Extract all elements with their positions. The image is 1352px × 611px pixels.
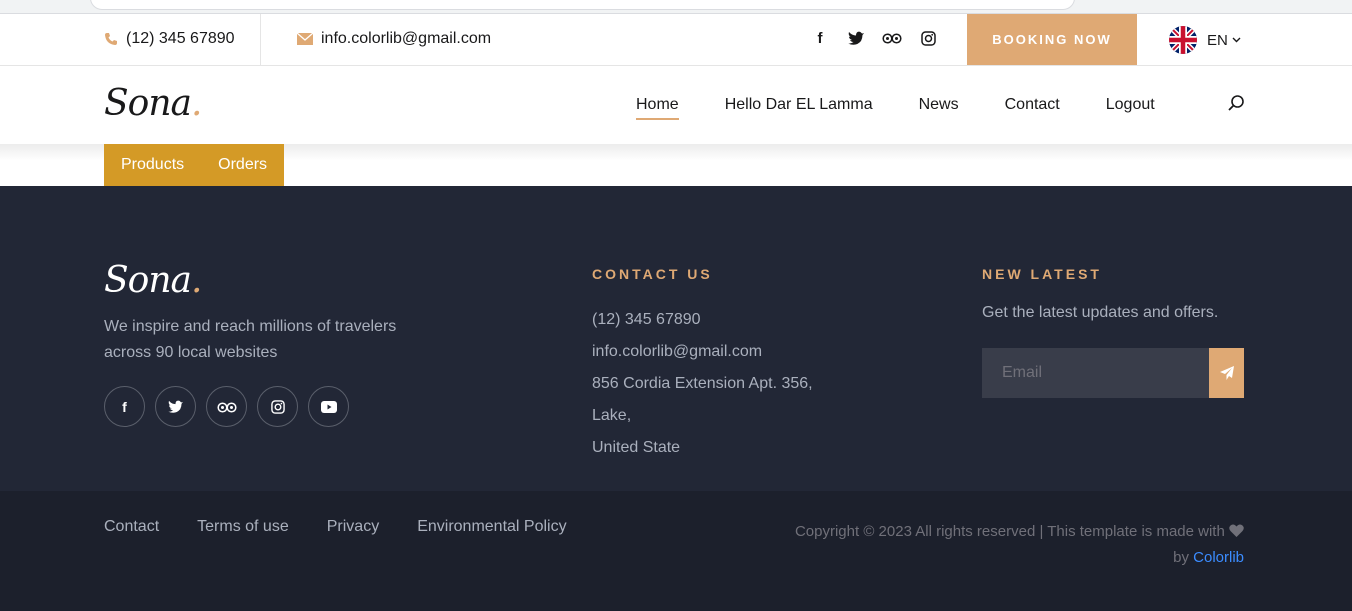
nav-news[interactable]: News bbox=[919, 96, 959, 120]
contact-phone: (12) 345 67890 bbox=[592, 311, 701, 328]
nav-hello-user[interactable]: Hello Dar EL Lamma bbox=[725, 96, 873, 120]
footer-links: Contact Terms of use Privacy Environment… bbox=[104, 518, 567, 536]
phone-icon bbox=[105, 33, 117, 45]
nav-contact[interactable]: Contact bbox=[1005, 96, 1060, 120]
booking-now-button[interactable]: BOOKING NOW bbox=[967, 14, 1137, 65]
top-email-text: info.colorlib@gmail.com bbox=[321, 30, 492, 47]
envelope-icon bbox=[297, 33, 313, 45]
footer-logo[interactable]: Sona. bbox=[104, 260, 202, 301]
tab-products[interactable]: Products bbox=[104, 144, 201, 186]
newsletter-text: Get the latest updates and offers. bbox=[982, 304, 1219, 321]
footer: Sona. We inspire and reach millions of t… bbox=[0, 186, 1352, 611]
footer-link-environmental-policy[interactable]: Environmental Policy bbox=[417, 518, 566, 536]
instagram-icon[interactable] bbox=[918, 28, 938, 48]
site-logo[interactable]: Sona. bbox=[104, 83, 202, 124]
browser-toolbar bbox=[0, 0, 1352, 14]
main-header: Sona. Home Hello Dar EL Lamma News Conta… bbox=[0, 66, 1352, 144]
colorlib-link[interactable]: Colorlib bbox=[1193, 549, 1244, 566]
language-label: EN bbox=[1207, 31, 1228, 49]
top-phone-text: (12) 345 67890 bbox=[126, 30, 235, 47]
top-social-links: f bbox=[810, 28, 938, 48]
facebook-icon[interactable]: f bbox=[104, 386, 145, 427]
top-email: info.colorlib@gmail.com bbox=[297, 30, 491, 48]
copyright: Copyright © 2023 All rights reserved | T… bbox=[774, 519, 1244, 571]
copyright-by: by bbox=[1173, 549, 1189, 566]
twitter-icon[interactable] bbox=[155, 386, 196, 427]
footer-link-terms[interactable]: Terms of use bbox=[197, 518, 289, 536]
nav-home[interactable]: Home bbox=[636, 96, 679, 120]
twitter-icon[interactable] bbox=[846, 28, 866, 48]
tripadvisor-icon[interactable] bbox=[882, 28, 902, 48]
top-bar: (12) 345 67890 info.colorlib@gmail.com f… bbox=[0, 14, 1352, 66]
top-phone: (12) 345 67890 bbox=[104, 30, 235, 48]
tripadvisor-icon[interactable] bbox=[206, 386, 247, 427]
footer-bottom: Contact Terms of use Privacy Environment… bbox=[0, 491, 1352, 611]
main-menu: Home Hello Dar EL Lamma News Contact Log… bbox=[636, 96, 1155, 120]
contact-heading: CONTACT US bbox=[592, 266, 713, 282]
newsletter-email-input[interactable] bbox=[982, 348, 1209, 398]
instagram-icon[interactable] bbox=[257, 386, 298, 427]
footer-contact: (12) 345 67890 info.colorlib@gmail.com 8… bbox=[592, 304, 852, 464]
search-icon[interactable] bbox=[1227, 94, 1245, 112]
newsletter-form bbox=[982, 348, 1244, 398]
footer-link-contact[interactable]: Contact bbox=[104, 518, 159, 536]
uk-flag-icon bbox=[1169, 26, 1197, 54]
newsletter-heading: NEW LATEST bbox=[982, 266, 1102, 282]
language-selector[interactable]: EN bbox=[1169, 26, 1241, 54]
copyright-text: Copyright © 2023 All rights reserved | T… bbox=[794, 523, 1225, 540]
footer-about: We inspire and reach millions of travele… bbox=[104, 318, 397, 361]
youtube-icon[interactable] bbox=[308, 386, 349, 427]
contact-address-line1: 856 Cordia Extension Apt. 356, Lake, bbox=[592, 375, 813, 424]
top-divider bbox=[260, 14, 261, 65]
contact-email: info.colorlib@gmail.com bbox=[592, 343, 763, 360]
heart-icon bbox=[1229, 524, 1244, 537]
contact-address-line2: United State bbox=[592, 439, 681, 456]
nav-logout[interactable]: Logout bbox=[1106, 96, 1155, 120]
sub-tabs: Products Orders bbox=[104, 144, 285, 186]
send-icon bbox=[1219, 366, 1234, 380]
footer-social-links: f bbox=[104, 386, 349, 427]
chevron-down-icon bbox=[1232, 37, 1241, 43]
address-bar[interactable] bbox=[90, 0, 1075, 10]
tab-orders[interactable]: Orders bbox=[201, 144, 284, 186]
facebook-icon[interactable]: f bbox=[810, 28, 830, 48]
footer-link-privacy[interactable]: Privacy bbox=[327, 518, 379, 536]
newsletter-submit-button[interactable] bbox=[1209, 348, 1244, 398]
